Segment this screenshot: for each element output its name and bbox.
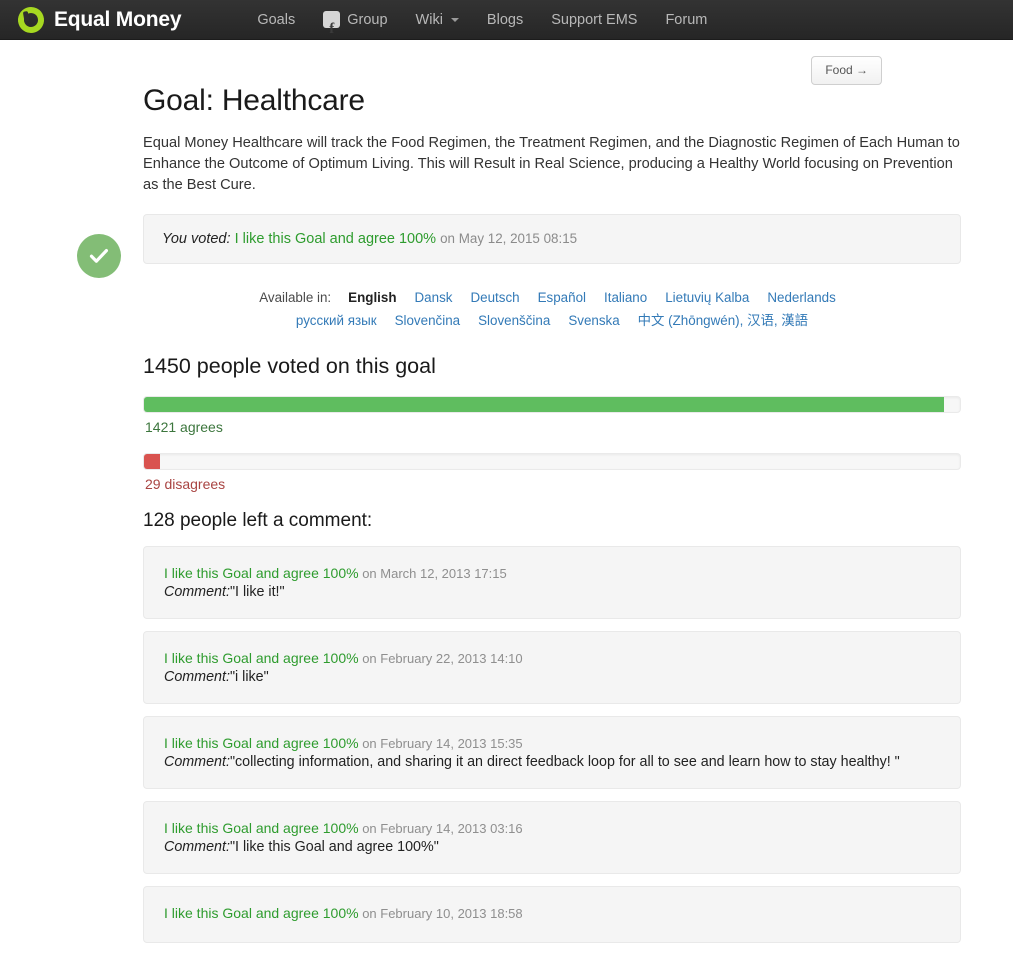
comment-label: Comment:: [164, 668, 230, 685]
check-circle-icon: [77, 234, 121, 278]
nav-item-wiki[interactable]: Wiki: [402, 0, 473, 40]
green-ring-logo-icon: [14, 3, 48, 36]
comment-text: "I like this Goal and agree 100%": [229, 838, 439, 855]
nav-item-support-ems[interactable]: Support EMS: [537, 0, 651, 40]
disagree-progress-bar: [143, 452, 961, 470]
language-link-slovencina[interactable]: Slovenčina: [395, 313, 461, 328]
disagree-progress-fill: [144, 453, 161, 469]
brand-link[interactable]: Equal Money: [14, 3, 182, 36]
comment-header: I like this Goal and agree 100% on Febru…: [164, 905, 942, 921]
nav-item-label: Group: [347, 11, 388, 28]
your-vote-date: on May 12, 2015 08:15: [440, 230, 578, 246]
nav-item-goals[interactable]: Goals: [243, 0, 309, 40]
comment-card: I like this Goal and agree 100% on March…: [143, 545, 961, 619]
language-link-dansk[interactable]: Dansk: [415, 290, 453, 305]
comment-date: on February 22, 2013 14:10: [358, 650, 523, 666]
agree-progress-fill: [144, 396, 944, 412]
available-in-label: Available in:: [259, 289, 332, 305]
comment-text: "i like": [229, 668, 269, 685]
agree-progress-bar: [143, 395, 961, 413]
language-switcher: Available in: English Dansk Deutsch Español I…: [143, 286, 961, 332]
comment-card: I like this Goal and agree 100% on Febru…: [143, 630, 961, 704]
comment-card: I like this Goal and agree 100% on Febru…: [143, 715, 961, 789]
comment-label: Comment:: [164, 753, 230, 770]
nav-links: Goals Group Wiki Blogs Support EMS Forum: [243, 0, 721, 49]
comment-header: I like this Goal and agree 100% on Febru…: [164, 650, 942, 666]
nav-item-label: Wiki: [415, 11, 443, 28]
comment-vote-text[interactable]: I like this Goal and agree 100%: [164, 565, 359, 581]
your-vote-text[interactable]: I like this Goal and agree 100%: [235, 231, 437, 247]
nav-item-label: Blogs: [486, 11, 524, 28]
main-navbar: Equal Money Goals Group Wiki Blogs Suppo…: [0, 0, 1013, 49]
nav-item-label: Forum: [665, 11, 708, 28]
your-vote-banner: You voted: I like this Goal and agree 10…: [143, 213, 961, 264]
language-current-english: English: [348, 289, 397, 305]
nav-item-label: Support EMS: [551, 11, 638, 28]
language-link-italiano[interactable]: Italiano: [604, 290, 647, 305]
disagree-count-label: 29 disagrees: [145, 475, 226, 492]
comment-label: Comment:: [164, 583, 230, 600]
page-title: Goal: Healthcare: [143, 84, 365, 117]
comment-date: on February 14, 2013 15:35: [358, 735, 523, 751]
language-link-nederlands[interactable]: Nederlands: [767, 290, 835, 305]
comment-vote-text[interactable]: I like this Goal and agree 100%: [164, 905, 359, 921]
language-link-espanol[interactable]: Español: [538, 290, 586, 305]
your-vote-label: You voted:: [162, 230, 231, 247]
comment-vote-text[interactable]: I like this Goal and agree 100%: [164, 735, 359, 751]
comment-vote-text[interactable]: I like this Goal and agree 100%: [164, 650, 359, 666]
goal-description: Equal Money Healthcare will track the Fo…: [143, 134, 960, 193]
language-link-chinese[interactable]: 中文 (Zhōngwén), 汉语, 漢語: [638, 313, 808, 328]
comment-card: I like this Goal and agree 100% on Febru…: [143, 800, 961, 874]
language-link-slovenscina[interactable]: Slovenščina: [478, 313, 550, 328]
brand-name: Equal Money: [54, 7, 182, 31]
comment-body: Comment:"I like it!": [164, 584, 942, 600]
language-link-lietuviu-kalba[interactable]: Lietuvių Kalba: [665, 290, 749, 305]
chevron-down-icon: [450, 17, 459, 22]
nav-item-group[interactable]: Group: [309, 0, 401, 49]
comment-text: "collecting information, and sharing it …: [229, 753, 900, 770]
comment-body: Comment:"I like this Goal and agree 100%…: [164, 839, 942, 855]
comment-date: on February 14, 2013 03:16: [358, 820, 523, 836]
comments-list: I like this Goal and agree 100% on March…: [143, 545, 961, 943]
comment-vote-text[interactable]: I like this Goal and agree 100%: [164, 820, 359, 836]
nav-item-forum[interactable]: Forum: [651, 0, 721, 40]
comment-date: on February 10, 2013 18:58: [358, 905, 523, 921]
comment-body: Comment:"i like": [164, 669, 942, 685]
language-link-svenska[interactable]: Svenska: [568, 313, 619, 328]
votes-heading: 1450 people voted on this goal: [143, 353, 436, 378]
language-link-deutsch[interactable]: Deutsch: [470, 290, 519, 305]
main-content: Goal: Healthcare Equal Money Healthcare …: [0, 40, 1013, 943]
facebook-icon: [323, 9, 341, 49]
agree-count-label: 1421 agrees: [145, 418, 223, 435]
comment-body: Comment:"collecting information, and sha…: [164, 754, 942, 770]
comment-header: I like this Goal and agree 100% on Febru…: [164, 820, 942, 836]
nav-item-blogs[interactable]: Blogs: [473, 0, 537, 40]
comment-text: "I like it!": [229, 583, 285, 600]
comment-label: Comment:: [164, 838, 230, 855]
comments-heading: 128 people left a comment:: [143, 509, 373, 531]
comment-header: I like this Goal and agree 100% on Febru…: [164, 735, 942, 751]
comment-header: I like this Goal and agree 100% on March…: [164, 565, 942, 581]
nav-item-label: Goals: [257, 11, 296, 28]
comment-card: I like this Goal and agree 100% on Febru…: [143, 885, 961, 943]
language-link-russian[interactable]: русский язык: [296, 313, 377, 328]
comment-date: on March 12, 2013 17:15: [358, 565, 507, 581]
